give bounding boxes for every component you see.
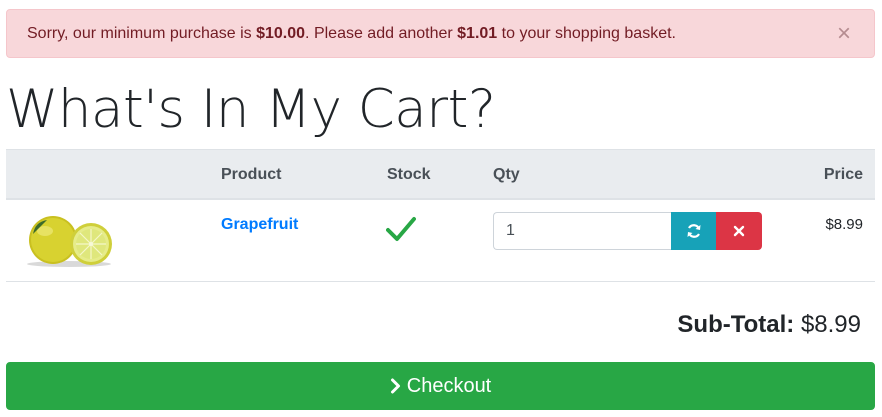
column-header-product: Product: [221, 166, 282, 183]
checkout-button[interactable]: Checkout: [6, 362, 875, 410]
alert-remaining-amount: $1.01: [457, 24, 498, 42]
checkout-label: Checkout: [406, 374, 492, 397]
quantity-input[interactable]: [493, 212, 671, 250]
cart-table: Product Stock Qty Price Grapefruit 1 $8.…: [6, 149, 875, 282]
alert-minimum-amount: $10.00: [256, 24, 306, 42]
column-header-stock: Stock: [387, 166, 431, 183]
close-icon[interactable]: ×: [834, 22, 854, 46]
column-header-qty: Qty: [493, 166, 520, 183]
subtotal: Sub-Total: $8.99: [677, 311, 861, 339]
update-quantity-button[interactable]: [671, 212, 716, 250]
remove-item-button[interactable]: [716, 212, 762, 250]
subtotal-label: Sub-Total:: [677, 311, 795, 338]
quantity-group: [493, 212, 762, 250]
product-link-grapefruit[interactable]: Grapefruit: [221, 216, 298, 234]
chevron-right-icon: [390, 378, 401, 394]
alert-text-suffix: to your shopping basket.: [497, 24, 676, 42]
alert-text-prefix: Sorry, our minimum purchase is: [27, 24, 257, 42]
times-icon: [733, 225, 745, 237]
table-header: Product Stock Qty Price: [6, 149, 875, 200]
alert-text-middle: . Please add another: [305, 24, 458, 42]
alert-message: Sorry, our minimum purchase is $10.00. P…: [27, 25, 676, 43]
table-row: Grapefruit $8.99: [6, 200, 875, 282]
subtotal-amount: $8.99: [800, 311, 861, 338]
refresh-icon: [687, 224, 700, 238]
checkmark-icon: [386, 217, 416, 241]
column-header-price: Price: [823, 166, 863, 183]
page-title: What's In My Cart?: [6, 79, 496, 140]
minimum-purchase-alert: Sorry, our minimum purchase is $10.00. P…: [6, 9, 875, 58]
item-price: $8.99: [825, 216, 863, 233]
grapefruit-image: [27, 216, 112, 267]
